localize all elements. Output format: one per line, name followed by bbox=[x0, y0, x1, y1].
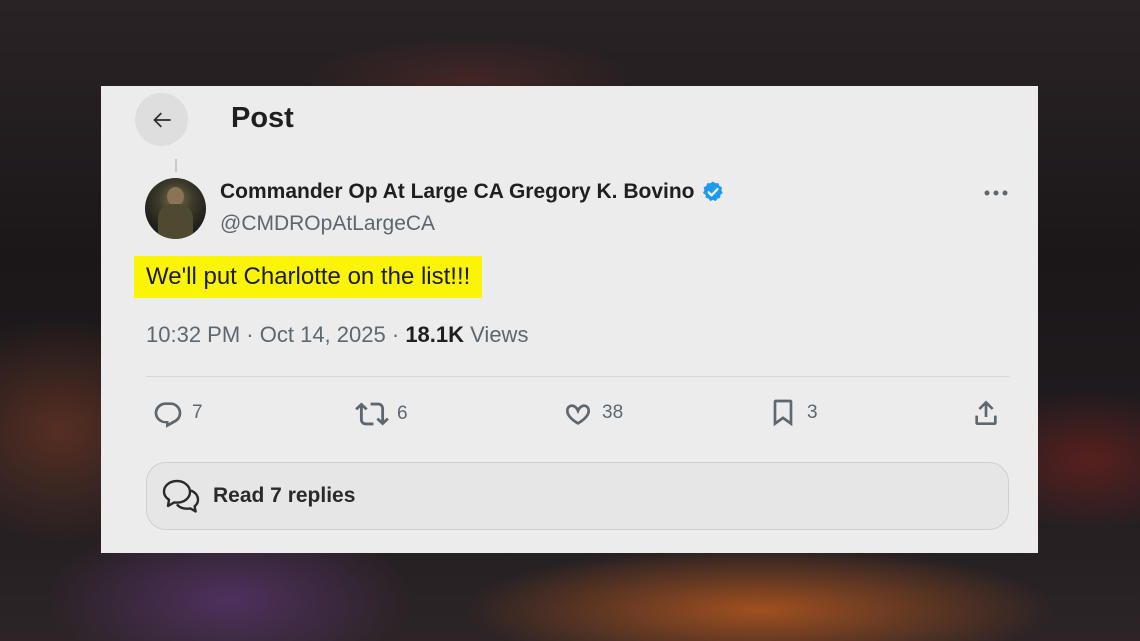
repost-button[interactable]: 6 bbox=[355, 397, 408, 431]
repost-icon bbox=[355, 402, 389, 426]
verified-badge-icon bbox=[702, 181, 723, 202]
post-text: We'll put Charlotte on the list!!! bbox=[134, 256, 483, 298]
reply-count: 7 bbox=[192, 402, 203, 423]
views-label: Views bbox=[470, 322, 529, 347]
bookmark-button[interactable]: 3 bbox=[767, 397, 818, 429]
read-replies-button[interactable]: Read 7 replies bbox=[146, 462, 1009, 530]
author-handle[interactable]: @CMDROpAtLargeCA bbox=[220, 212, 435, 236]
avatar[interactable] bbox=[145, 178, 206, 239]
post-card: Post Commander Op At Large CA Gregory K.… bbox=[101, 86, 1038, 553]
share-icon bbox=[975, 400, 997, 425]
author-display-name[interactable]: Commander Op At Large CA Gregory K. Bovi… bbox=[220, 180, 695, 204]
post-date[interactable]: Oct 14, 2025 bbox=[260, 322, 386, 347]
repost-count: 6 bbox=[397, 403, 408, 424]
arrow-left-icon bbox=[152, 112, 171, 127]
reply-button[interactable]: 7 bbox=[152, 397, 203, 429]
views-count: 18.1K bbox=[405, 322, 465, 347]
bookmark-count: 3 bbox=[807, 402, 818, 423]
divider bbox=[146, 376, 1009, 377]
post-meta: 10:32 PM · Oct 14, 2025 · 18.1K Views bbox=[146, 322, 528, 348]
post-time[interactable]: 10:32 PM bbox=[146, 322, 240, 347]
read-replies-label: Read 7 replies bbox=[213, 484, 356, 507]
meta-separator: · bbox=[391, 322, 400, 347]
author-name[interactable]: Commander Op At Large CA Gregory K. Bovi… bbox=[220, 180, 725, 204]
like-count: 38 bbox=[602, 402, 624, 423]
heart-icon bbox=[565, 404, 591, 425]
chat-bubble-icon bbox=[162, 479, 200, 513]
page-title: Post bbox=[231, 102, 294, 134]
reply-icon bbox=[154, 402, 182, 428]
bookmark-icon bbox=[773, 399, 793, 427]
thread-line bbox=[175, 159, 177, 172]
meta-separator: · bbox=[246, 322, 254, 347]
like-button[interactable]: 38 bbox=[562, 397, 623, 429]
back-button[interactable] bbox=[135, 93, 188, 146]
share-button[interactable] bbox=[970, 397, 1002, 429]
more-options-button[interactable] bbox=[981, 178, 1011, 208]
more-horizontal-icon bbox=[984, 190, 1008, 196]
